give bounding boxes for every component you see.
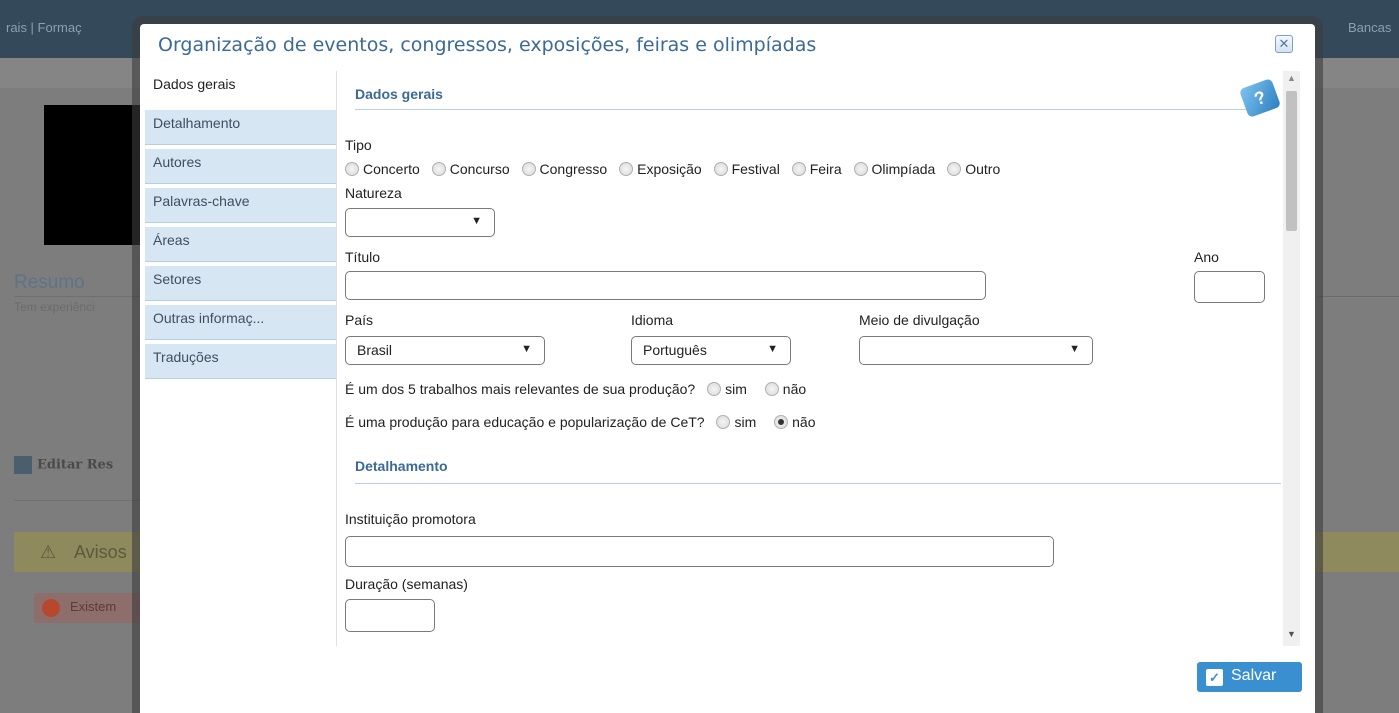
tab-palavras-chave[interactable]: Palavras-chave xyxy=(145,188,336,223)
nao-label: não xyxy=(782,381,807,397)
duracao-input[interactable] xyxy=(345,599,435,632)
chevron-down-icon: ▼ xyxy=(1069,343,1080,355)
tab-autores[interactable]: Autores xyxy=(145,149,336,184)
scroll-up-arrow-icon[interactable]: ▲ xyxy=(1287,73,1296,83)
natureza-select[interactable]: ▼ xyxy=(345,208,495,237)
relevante-question: É um dos 5 trabalhos mais relevantes de … xyxy=(345,381,696,397)
background-resumo-heading: Resumo xyxy=(14,272,85,293)
idioma-select[interactable]: Português ▼ xyxy=(631,336,791,365)
sim-label: sim xyxy=(734,414,757,430)
educacao-question: É uma produção para educação e populariz… xyxy=(345,414,705,430)
tab-areas[interactable]: Áreas xyxy=(145,227,336,262)
help-book-icon[interactable]: ? xyxy=(1238,78,1281,118)
relevante-radio-nao[interactable] xyxy=(764,382,779,396)
tipo-radio-exposicao[interactable] xyxy=(619,162,634,176)
tab-setores[interactable]: Setores xyxy=(145,266,336,301)
background-divider xyxy=(14,500,154,501)
educacao-row: É uma produção para educação e populariz… xyxy=(345,414,816,430)
tipo-radio-olimpiada[interactable] xyxy=(853,162,868,176)
idioma-value: Português xyxy=(643,342,707,358)
tipo-radio-outro[interactable] xyxy=(947,162,962,176)
background-edit-link: Editar Res xyxy=(14,456,113,474)
background-nav-right: Bancas xyxy=(1348,20,1392,35)
warning-icon: ⚠ xyxy=(40,542,57,562)
scrollbar[interactable]: ▲ ▼ xyxy=(1283,71,1300,646)
titulo-label: Título xyxy=(345,249,381,265)
close-icon[interactable]: ✕ xyxy=(1275,35,1293,53)
meio-label: Meio de divulgação xyxy=(859,312,980,328)
tipo-option-label: Feira xyxy=(809,161,842,177)
tab-dados-gerais[interactable]: Dados gerais xyxy=(145,71,336,106)
tipo-option-label: Congresso xyxy=(539,161,608,177)
tipo-radio-festival[interactable] xyxy=(713,162,728,176)
idioma-label: Idioma xyxy=(631,312,674,328)
tipo-option-label: Outro xyxy=(965,161,1001,177)
form-content: Dados gerais ? Tipo Concerto Concurso Co… xyxy=(336,71,1281,646)
tipo-option-label: Exposição xyxy=(637,161,702,177)
sim-label: sim xyxy=(725,381,747,397)
scroll-down-arrow-icon[interactable]: ▼ xyxy=(1287,629,1296,639)
relevante-radio-sim[interactable] xyxy=(707,382,722,396)
tipo-radio-group: Concerto Concurso Congresso Exposição Fe… xyxy=(337,161,1000,177)
tipo-option-label: Festival xyxy=(731,161,780,177)
tab-traducoes[interactable]: Traduções xyxy=(145,344,336,379)
educacao-radio-sim[interactable] xyxy=(716,415,731,429)
chevron-down-icon: ▼ xyxy=(521,343,532,355)
pais-select[interactable]: Brasil ▼ xyxy=(345,336,545,365)
section-title-dados-gerais: Dados gerais xyxy=(355,86,443,102)
section-divider xyxy=(355,109,1255,110)
tipo-option-label: Olimpíada xyxy=(871,161,936,177)
natureza-label: Natureza xyxy=(345,185,402,201)
tipo-option-label: Concerto xyxy=(363,161,420,177)
ano-label: Ano xyxy=(1194,249,1219,265)
instituicao-label: Instituição promotora xyxy=(345,511,476,527)
save-button[interactable]: ✓ Salvar xyxy=(1197,662,1302,692)
tipo-radio-congresso[interactable] xyxy=(521,162,536,176)
alert-icon xyxy=(42,599,60,617)
meio-select[interactable]: ▼ xyxy=(859,336,1093,365)
modal-title: Organização de eventos, congressos, expo… xyxy=(158,34,817,56)
tab-detalhamento[interactable]: Detalhamento xyxy=(145,110,336,145)
pencil-icon xyxy=(14,456,32,474)
duracao-label: Duração (semanas) xyxy=(345,576,468,592)
tipo-radio-concerto[interactable] xyxy=(345,162,359,176)
scrollbar-thumb[interactable] xyxy=(1286,91,1297,231)
background-alert-text: Existem xyxy=(70,599,117,614)
checkmark-icon: ✓ xyxy=(1206,669,1223,686)
background-resumo-text: Tem experiênci xyxy=(14,300,95,314)
pais-label: País xyxy=(345,312,374,328)
background-avisos-label: Avisos xyxy=(74,542,127,562)
instituicao-input[interactable] xyxy=(345,536,1054,567)
pais-value: Brasil xyxy=(357,342,393,358)
tipo-radio-feira[interactable] xyxy=(791,162,806,176)
educacao-radio-nao[interactable] xyxy=(774,415,789,429)
save-label: Salvar xyxy=(1231,667,1277,684)
tipo-radio-concurso[interactable] xyxy=(431,162,446,176)
background-divider xyxy=(1318,296,1399,297)
relevante-row: É um dos 5 trabalhos mais relevantes de … xyxy=(345,381,806,397)
background-divider xyxy=(14,296,154,297)
modal-dialog: Organização de eventos, congressos, expo… xyxy=(140,24,1315,713)
nao-label: não xyxy=(792,414,816,430)
chevron-down-icon: ▼ xyxy=(767,343,778,355)
chevron-down-icon: ▼ xyxy=(471,215,482,227)
tab-list: Dados gerais Detalhamento Autores Palavr… xyxy=(145,71,336,383)
tab-outras-informacoes[interactable]: Outras informaç... xyxy=(145,305,336,340)
background-edit-label: Editar Res xyxy=(37,457,114,473)
section-divider xyxy=(355,483,1281,484)
tipo-option-label: Concurso xyxy=(449,161,510,177)
section-title-detalhamento: Detalhamento xyxy=(355,458,448,474)
ano-input[interactable] xyxy=(1194,271,1265,303)
tipo-label: Tipo xyxy=(345,137,372,153)
background-nav-left: rais | Formaç xyxy=(6,20,82,35)
background-photo xyxy=(44,105,154,245)
titulo-input[interactable] xyxy=(345,271,986,300)
